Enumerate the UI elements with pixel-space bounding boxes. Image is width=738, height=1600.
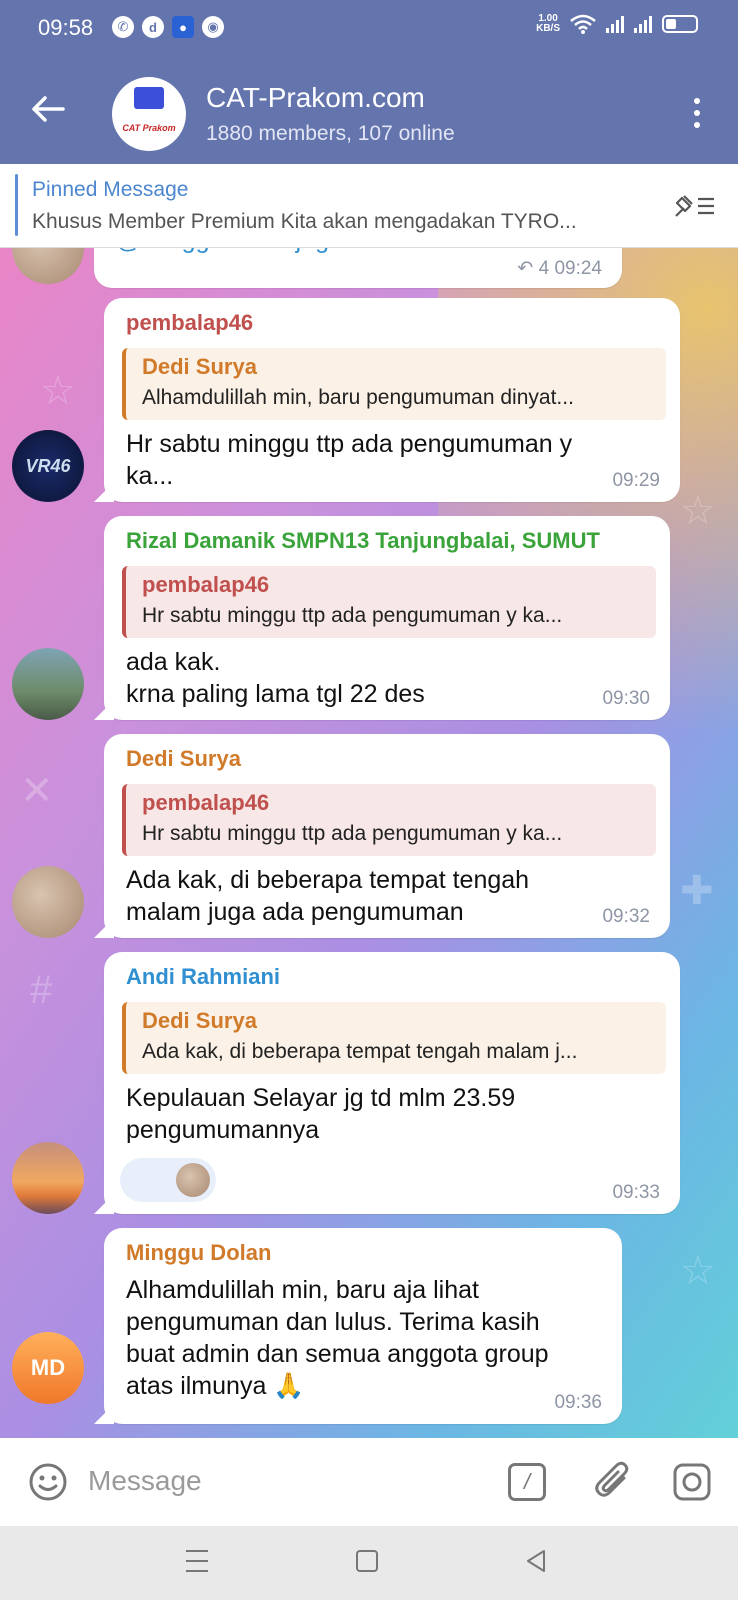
doodle-cross-icon: ✕: [20, 769, 54, 813]
doodle-star-icon: ☆: [40, 369, 76, 413]
message-time: 09:30: [602, 688, 650, 709]
reply-count: 4: [538, 258, 550, 279]
message-time: 09:29: [612, 470, 660, 491]
reply-sender: Dedi Surya: [142, 1008, 257, 1033]
message-time: 09:32: [602, 906, 650, 927]
notification-icons: ✆ d ● ◉: [112, 16, 224, 38]
status-bar: 09:58 ✆ d ● ◉ 1.00 KB/S: [0, 0, 738, 56]
reply-quote[interactable]: pembalap46 Hr sabtu minggu ttp ada pengu…: [122, 566, 656, 638]
emoji-icon[interactable]: [28, 1462, 68, 1502]
pinned-indicator: [15, 174, 18, 236]
reply-sender: Dedi Surya: [142, 354, 257, 379]
chat-header: CAT Prakom CAT-Prakom.com 1880 members, …: [0, 56, 738, 164]
app-badge-icon: ◉: [202, 16, 224, 38]
more-vertical-icon[interactable]: [694, 98, 702, 128]
message-body: Kepulauan Selayar jg td mlm 23.59 pengum…: [126, 1084, 516, 1144]
sender-avatar[interactable]: [12, 248, 84, 284]
chat-area[interactable]: ☆ ☆ ✕ ✚ # ☆ @MingguDolan juga lulus min …: [0, 248, 738, 1438]
message-bubble[interactable]: Minggu Dolan Alhamdulillah min, baru aja…: [104, 1228, 622, 1424]
doodle-star-icon: ☆: [680, 1249, 716, 1293]
reply-sender: pembalap46: [142, 572, 270, 597]
message-bubble[interactable]: Andi Rahmiani Dedi Surya Ada kak, di beb…: [104, 952, 680, 1214]
reply-quote[interactable]: Dedi Surya Alhamdulillah min, baru pengu…: [122, 348, 666, 420]
reply-quote[interactable]: pembalap46 Hr sabtu minggu ttp ada pengu…: [122, 784, 656, 856]
attach-icon[interactable]: [594, 1460, 634, 1504]
message-time: 09:33: [612, 1182, 660, 1203]
reply-text: Alhamdulillah min, baru pengumuman dinya…: [142, 386, 574, 409]
whatsapp-icon: ✆: [112, 16, 134, 38]
nav-menu-icon[interactable]: [186, 1550, 208, 1572]
message-bubble[interactable]: Dedi Surya pembalap46 Hr sabtu minggu tt…: [104, 734, 670, 938]
bot-command-icon[interactable]: /: [508, 1463, 546, 1501]
message-body: Alhamdulillah min, baru aja lihat pengum…: [126, 1276, 549, 1400]
pinned-text: Khusus Member Premium Kita akan mengadak…: [32, 210, 577, 233]
pinned-label: Pinned Message: [32, 178, 189, 201]
nav-home-icon[interactable]: [356, 1550, 378, 1572]
reply-count-icon: ↶: [517, 258, 539, 279]
status-time: 09:58: [38, 15, 94, 40]
pinned-message[interactable]: Pinned Message Khusus Member Premium Kit…: [0, 164, 738, 248]
group-subtitle: 1880 members, 107 online: [206, 122, 455, 145]
message-sender[interactable]: pembalap46: [126, 310, 253, 336]
reply-text: Hr sabtu minggu ttp ada pengumuman y ka.…: [142, 604, 563, 627]
back-arrow-icon[interactable]: [30, 94, 66, 124]
reply-text: Ada kak, di beberapa tempat tengah malam…: [142, 1040, 578, 1063]
group-title[interactable]: CAT-Prakom.com: [206, 82, 425, 114]
sender-avatar[interactable]: VR46: [12, 430, 84, 502]
doodle-grid-icon: #: [30, 968, 53, 1012]
reply-quote[interactable]: Dedi Surya Ada kak, di beberapa tempat t…: [122, 1002, 666, 1074]
sender-avatar[interactable]: [12, 866, 84, 938]
signal-1-icon: [606, 15, 624, 33]
message-body: Hr sabtu minggu ttp ada pengumuman y ka.…: [126, 430, 573, 490]
message-body: Ada kak, di beberapa tempat tengah malam…: [126, 866, 530, 926]
message-bubble[interactable]: @MingguDolan juga lulus min ↶ 4 09:24: [94, 248, 622, 288]
net-speed: 1.00 KB/S: [536, 13, 560, 34]
message-composer: Message /: [0, 1438, 738, 1526]
laptop-logo-icon: [134, 87, 164, 109]
message-body: @MingguDolan juga lulus min: [116, 248, 449, 256]
reaction-chip[interactable]: [120, 1158, 216, 1202]
message-body: ada kak. krna paling lama tgl 22 des: [126, 648, 425, 708]
camera-icon[interactable]: [672, 1462, 712, 1502]
message-bubble[interactable]: pembalap46 Dedi Surya Alhamdulillah min,…: [104, 298, 680, 502]
reply-sender: pembalap46: [142, 790, 270, 815]
unpin-icon[interactable]: [672, 192, 716, 220]
group-avatar[interactable]: CAT Prakom: [112, 77, 186, 151]
app-d-icon: d: [142, 16, 164, 38]
message-time: 09:24: [554, 258, 602, 279]
reaction-avatar: [176, 1163, 210, 1197]
message-time: 09:36: [554, 1392, 602, 1413]
message-sender[interactable]: Rizal Damanik SMPN13 Tanjungbalai, SUMUT: [126, 528, 600, 554]
nav-back-icon[interactable]: [524, 1548, 548, 1574]
doodle-gamepad-icon: ✚: [680, 869, 714, 913]
message-sender[interactable]: Dedi Surya: [126, 746, 241, 772]
sender-avatar[interactable]: MD: [12, 1332, 84, 1404]
status-right: 1.00 KB/S: [536, 14, 698, 34]
message-meta: ↶ 4 09:24: [517, 257, 602, 280]
wifi-icon: [570, 14, 596, 34]
message-sender[interactable]: Andi Rahmiani: [126, 964, 280, 990]
sender-avatar[interactable]: [12, 1142, 84, 1214]
system-nav-bar: [0, 1526, 738, 1600]
message-bubble[interactable]: Rizal Damanik SMPN13 Tanjungbalai, SUMUT…: [104, 516, 670, 720]
message-sender[interactable]: Minggu Dolan: [126, 1240, 271, 1266]
reply-text: Hr sabtu minggu ttp ada pengumuman y ka.…: [142, 822, 563, 845]
sender-avatar[interactable]: [12, 648, 84, 720]
doodle-star-icon: ☆: [680, 489, 716, 533]
profile-app-icon: ●: [172, 16, 194, 38]
signal-2-icon: [634, 15, 652, 33]
avatar-logo-text: CAT Prakom: [122, 123, 176, 133]
message-input[interactable]: Message: [88, 1465, 202, 1497]
battery-icon: [662, 15, 698, 33]
